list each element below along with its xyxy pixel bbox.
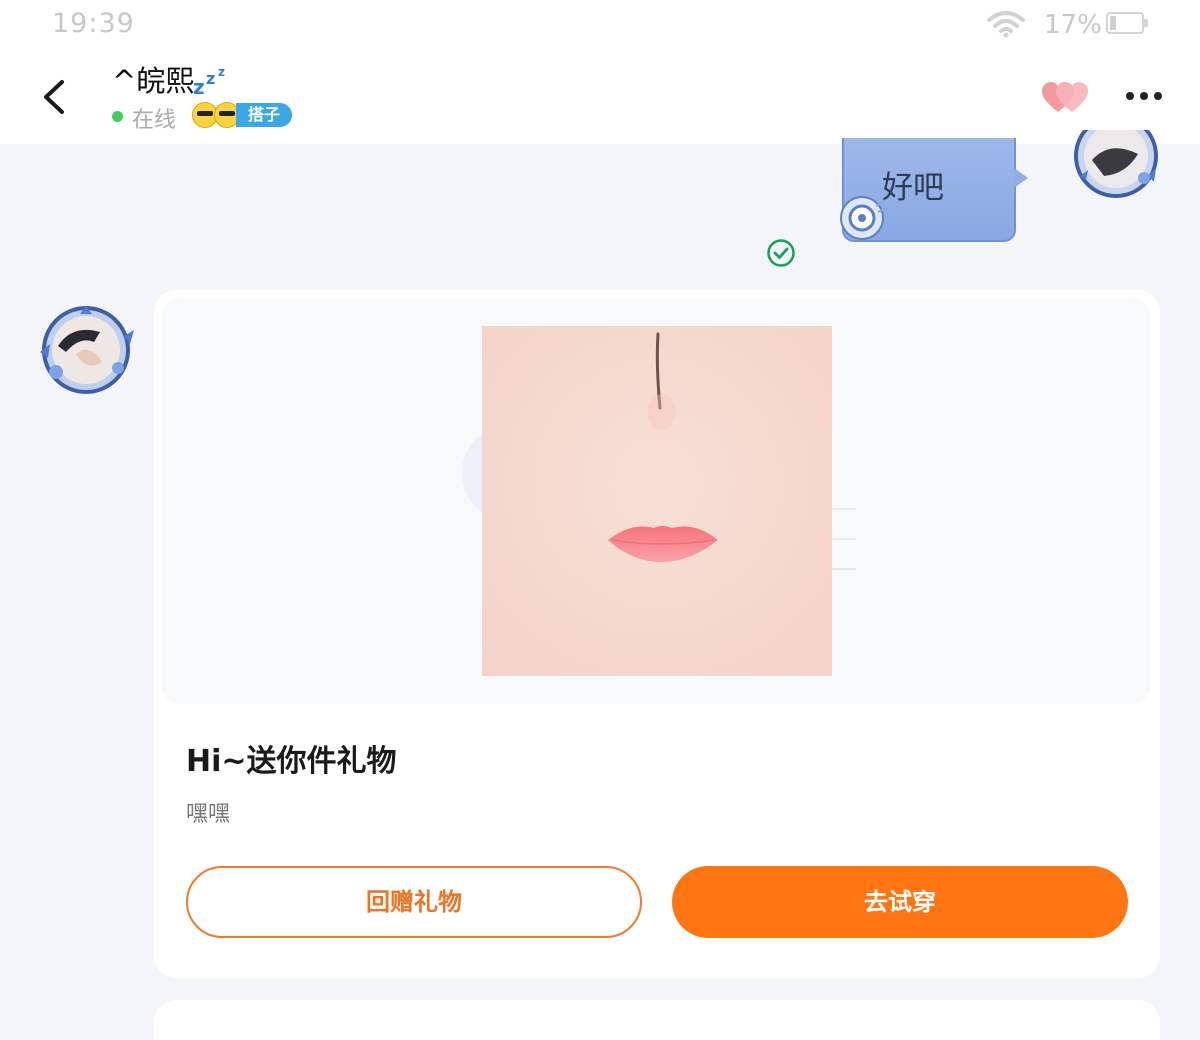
more-icon-dot (1154, 92, 1162, 100)
sent-message-bubble[interactable]: 好吧 (840, 138, 1028, 242)
status-time: 19:39 (52, 8, 135, 39)
back-button[interactable] (34, 72, 80, 122)
heart-icon[interactable] (1040, 80, 1090, 118)
wifi-icon (986, 10, 1026, 42)
svg-text:z: z (218, 65, 225, 79)
gift-title: Hi~送你件礼物 (186, 744, 397, 779)
more-icon (1126, 92, 1134, 100)
gift-face-makeup-image[interactable] (482, 326, 832, 676)
svg-text:z: z (206, 69, 215, 88)
more-icon-dot (1140, 92, 1148, 100)
chat-header: ^皖熙 z z z 在线 搭子 (0, 52, 1200, 144)
contact-avatar[interactable] (36, 302, 136, 402)
sleep-zzz-icon: z z z (192, 62, 232, 100)
return-gift-button[interactable]: 回赠礼物 (186, 866, 642, 938)
next-message-card (154, 1000, 1160, 1040)
gift-message: 嘿嘿 (186, 802, 231, 827)
status-bar: 19:39 17% (0, 0, 1200, 52)
buddy-badge[interactable]: 搭子 (192, 102, 294, 128)
buddy-badge-label: 搭子 (236, 103, 292, 127)
sent-message-text: 好吧 (882, 170, 944, 206)
online-status-dot (112, 111, 123, 122)
read-check-icon (766, 238, 796, 272)
record-disc-icon (838, 194, 889, 248)
back-arrow-icon (44, 80, 64, 114)
more-options-button[interactable] (1122, 84, 1166, 108)
svg-text:z: z (193, 75, 205, 96)
gift-preview (162, 298, 1150, 704)
my-avatar[interactable] (1070, 114, 1166, 210)
try-on-button[interactable]: 去试穿 (672, 866, 1128, 938)
gift-card: Hi~送你件礼物 嘿嘿 回赠礼物 去试穿 (154, 290, 1160, 978)
battery-percentage: 17% (1044, 10, 1102, 40)
online-status-text: 在线 (132, 108, 177, 133)
contact-name[interactable]: ^皖熙 (112, 58, 194, 100)
battery-icon (1106, 12, 1148, 34)
